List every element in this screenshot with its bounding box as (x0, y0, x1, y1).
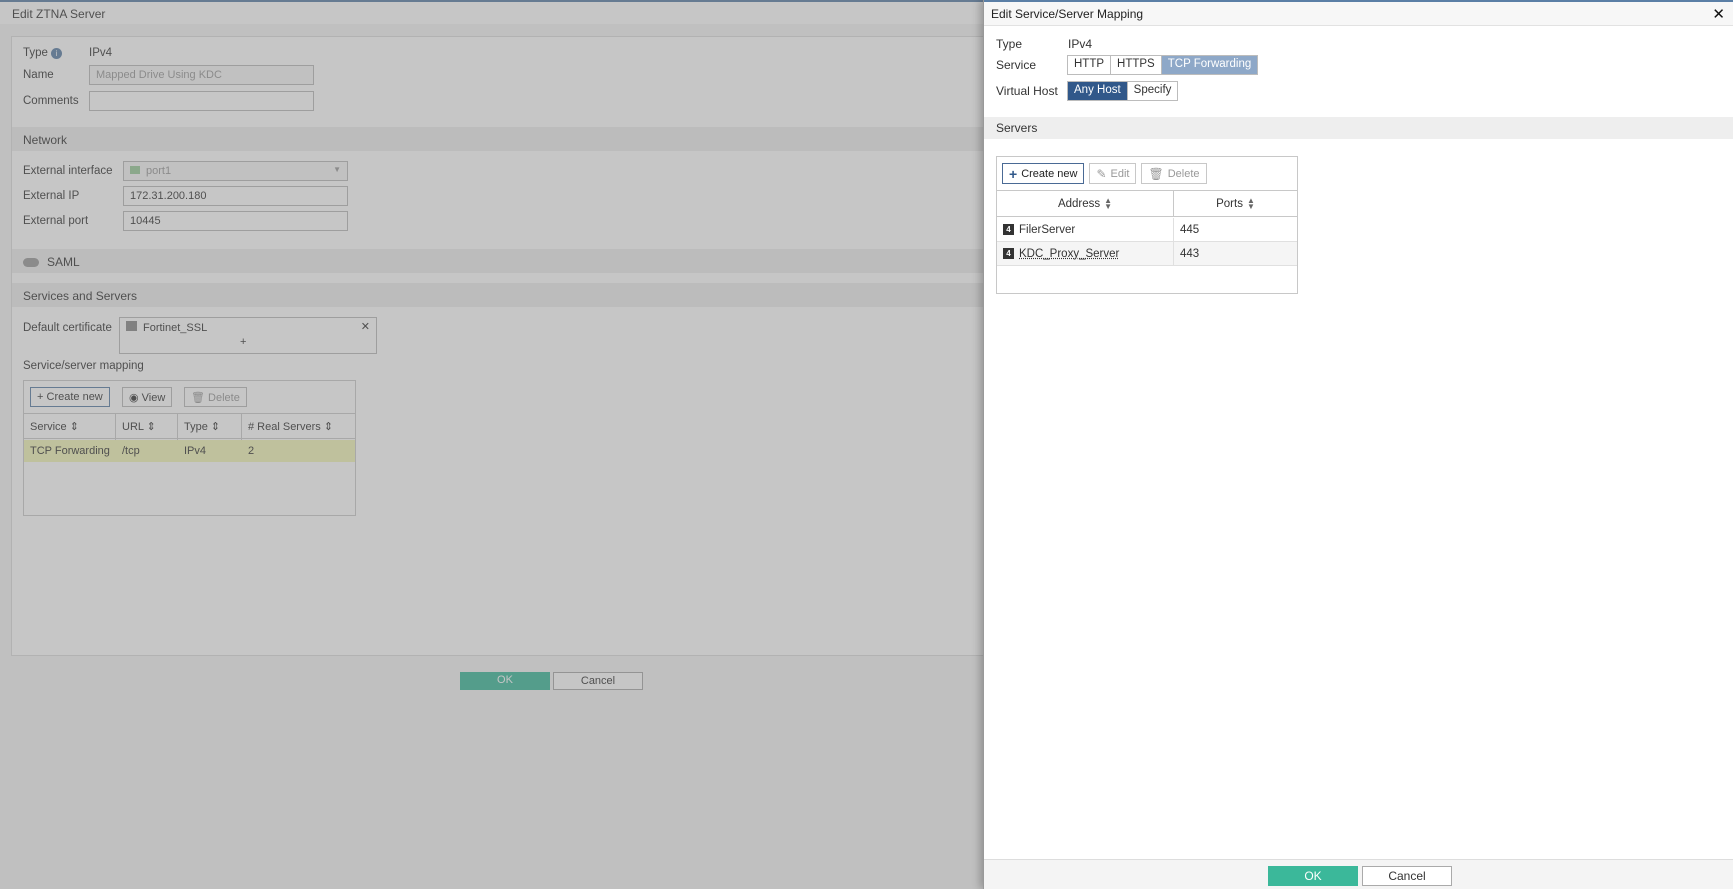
address-value: KDC_Proxy_Server (1019, 247, 1120, 260)
virtual-host-option-any[interactable]: Any Host (1068, 82, 1128, 100)
service-option-http[interactable]: HTTP (1068, 56, 1112, 74)
create-new-button[interactable]: + Create new (1002, 163, 1085, 184)
port-cell: 443 (1180, 247, 1200, 260)
address-value: FilerServer (1019, 223, 1076, 236)
type-value: IPv4 (1068, 37, 1093, 51)
servers-section-header: Servers (984, 117, 1733, 139)
dialog-title-bar: Edit Service/Server Mapping ✕ (984, 0, 1733, 26)
edit-mapping-dialog: Edit Service/Server Mapping ✕ Type IPv4 … (983, 0, 1733, 889)
port-cell: 445 (1180, 223, 1200, 236)
trash-icon: 🗑 (1148, 166, 1164, 181)
servers-table-header: Address ▲ ▼ Ports ▲ ▼ (997, 190, 1297, 217)
servers-table: + Create new ✎ Edit 🗑 Delete Address ▲ ▼ … (996, 156, 1298, 294)
sort-icon: ▲ ▼ (1246, 196, 1255, 211)
address-cell: 4 KDC_Proxy_Server (997, 242, 1174, 265)
service-option-https[interactable]: HTTPS (1111, 56, 1162, 74)
service-label: Service (996, 58, 1037, 72)
column-header-address[interactable]: Address ▲ ▼ (997, 191, 1174, 217)
address-object-icon: 4 (1003, 248, 1014, 259)
ok-button[interactable]: OK (1268, 866, 1358, 886)
delete-label: Delete (1167, 167, 1200, 180)
edit-label: Edit (1110, 167, 1130, 180)
servers-toolbar: + Create new ✎ Edit 🗑 Delete (997, 157, 1297, 190)
table-row[interactable]: 4 KDC_Proxy_Server 443 (997, 242, 1297, 266)
column-header-address-label: Address (1057, 198, 1101, 210)
column-header-ports-label: Ports (1216, 198, 1243, 210)
table-row[interactable]: 4 FilerServer 445 (997, 218, 1297, 242)
close-icon[interactable]: ✕ (1712, 5, 1725, 23)
virtual-host-selector: Any Host Specify (1067, 81, 1179, 101)
virtual-host-option-specify[interactable]: Specify (1127, 82, 1178, 100)
pencil-icon: ✎ (1096, 166, 1107, 181)
virtual-host-label: Virtual Host (996, 84, 1058, 98)
create-new-label: Create new (1021, 167, 1078, 180)
address-object-icon: 4 (1003, 224, 1014, 235)
address-cell: 4 FilerServer (997, 218, 1174, 241)
sort-icon: ▲ ▼ (1104, 196, 1113, 211)
dialog-footer: OK Cancel (984, 859, 1733, 889)
dialog-title: Edit Service/Server Mapping (991, 7, 1144, 21)
cancel-button[interactable]: Cancel (1362, 866, 1452, 886)
service-option-tcp-forwarding[interactable]: TCP Forwarding (1161, 56, 1258, 74)
type-label: Type (996, 37, 1023, 51)
column-header-ports[interactable]: Ports ▲ ▼ (1174, 191, 1297, 217)
delete-button[interactable]: 🗑 Delete (1141, 163, 1207, 184)
edit-button[interactable]: ✎ Edit (1089, 163, 1137, 184)
service-selector: HTTP HTTPS TCP Forwarding (1067, 55, 1259, 75)
plus-icon: + (1009, 165, 1018, 182)
